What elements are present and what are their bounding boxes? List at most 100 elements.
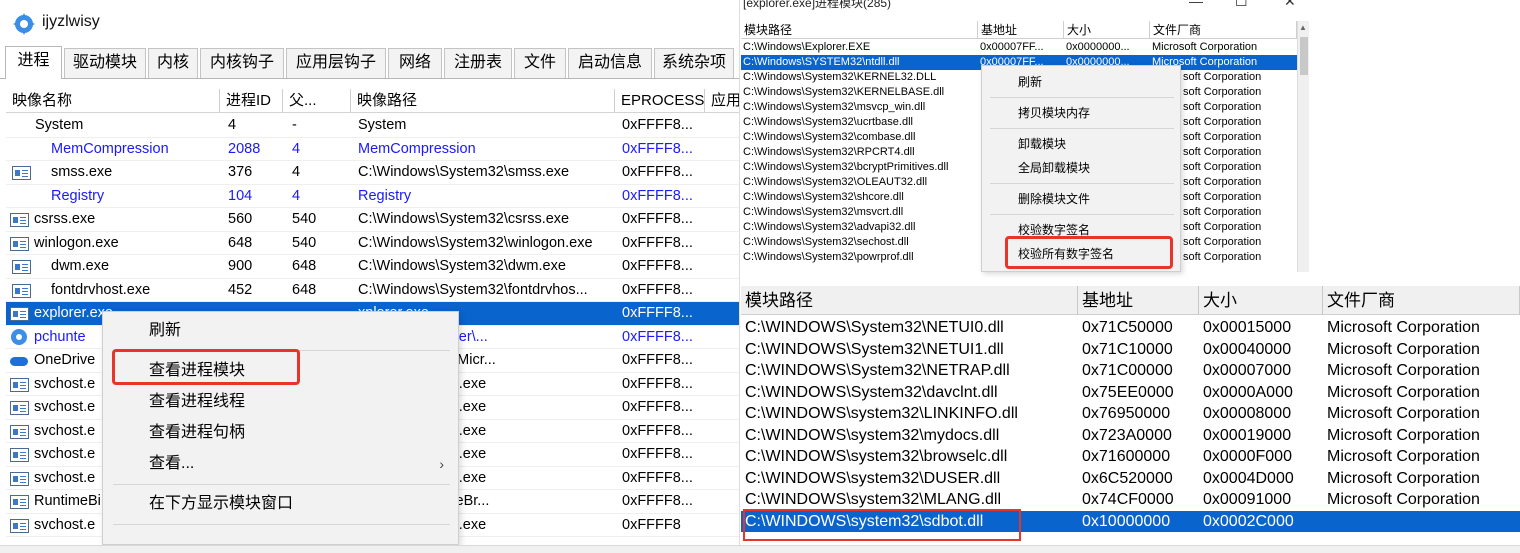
legacy-module-row[interactable]: C:\WINDOWS\System32\davclnt.dll 0x75EE000…: [741, 382, 1520, 404]
cell-vendor: Microsoft Corporation: [1327, 491, 1480, 508]
menu-show-module-window-below[interactable]: 在下方显示模块窗口: [103, 489, 460, 519]
legacy-module-row[interactable]: C:\WINDOWS\system32\LINKINFO.dll 0x769500…: [741, 403, 1520, 425]
cell-module-path: C:\Windows\System32\ucrtbase.dll: [743, 116, 913, 128]
cell-eprocess: 0xFFFF8...: [622, 328, 693, 345]
process-row[interactable]: smss.exe 376 4 C:\Windows\System32\smss.exe…: [6, 161, 739, 185]
window-icon: [10, 377, 29, 392]
col-size[interactable]: 大小: [1199, 286, 1323, 315]
cell-eprocess: 0xFFFF8...: [622, 187, 693, 204]
col-module-path[interactable]: 模块路径: [741, 286, 1078, 315]
cell-path: C:\Windows\System32\dwm.exe: [358, 258, 566, 274]
legacy-module-row[interactable]: C:\WINDOWS\system32\mydocs.dll 0x723A0000…: [741, 425, 1520, 447]
legacy-module-row[interactable]: C:\WINDOWS\System32\NETUI0.dll 0x71C50000…: [741, 317, 1520, 339]
process-row[interactable]: fontdrvhost.exe 452 648 C:\Windows\System32…: [6, 279, 739, 302]
cell-size: 0x00015000: [1203, 319, 1292, 336]
maximize-icon[interactable]: ☐: [1235, 0, 1248, 10]
cell-vendor: Microsoft Corporation: [1152, 41, 1258, 53]
cell-pid: 452: [228, 281, 253, 298]
legacy-module-row[interactable]: C:\WINDOWS\system32\MLANG.dll 0x74CF0000 0…: [741, 489, 1520, 511]
scrollbar-thumb[interactable]: [1300, 37, 1308, 75]
cell-size: 0x00008000: [1203, 405, 1292, 422]
process-row[interactable]: dwm.exe 900 648 C:\Windows\System32\dwm.exe…: [6, 255, 739, 279]
cell-vendor: Microsoft Corporation: [1327, 448, 1480, 465]
cell-vendor: soft Corporation: [1183, 236, 1262, 248]
module-row[interactable]: C:\Windows\Explorer.EXE 0x00007FF... 0x000…: [741, 40, 1297, 55]
cell-base-address: 0x71C10000: [1082, 340, 1173, 358]
legacy-module-row[interactable]: C:\WINDOWS\System32\NETUI1.dll 0x71C10000…: [741, 339, 1520, 361]
menu-view-more[interactable]: 查看... ›: [103, 449, 460, 479]
cell-vendor: soft Corporation: [1183, 206, 1262, 218]
legacy-module-row[interactable]: C:\WINDOWS\system32\DUSER.dll 0x6C520000 0…: [741, 468, 1520, 490]
cell-vendor: Microsoft Corporation: [1327, 340, 1480, 358]
cell-module-path: C:\Windows\System32\KERNELBASE.dll: [743, 86, 945, 98]
cell-module-path: C:\Windows\System32\msvcrt.dll: [743, 206, 904, 218]
cell-eprocess: 0xFFFF8...: [622, 399, 693, 415]
process-row[interactable]: csrss.exe 560 540 C:\Windows\System32\csrss…: [6, 208, 739, 232]
menu-refresh[interactable]: 刷新: [103, 316, 460, 346]
cell-base-address: 0x6C520000: [1082, 469, 1173, 487]
tab-process[interactable]: 进程: [5, 46, 62, 79]
col-vendor[interactable]: 文件厂商: [1323, 286, 1520, 315]
close-icon[interactable]: ✕: [1284, 0, 1296, 10]
col-vendor[interactable]: 文件厂商: [1150, 21, 1297, 39]
cell-vendor: soft Corporation: [1183, 191, 1262, 203]
col-image-name[interactable]: 映像名称: [6, 89, 220, 113]
cell-vendor: Microsoft Corporation: [1327, 362, 1480, 379]
cell-vendor: Microsoft Corporation: [1327, 426, 1480, 444]
menu-view-process-handles[interactable]: 查看进程句柄: [103, 418, 460, 448]
tab-kernel-hooks[interactable]: 内核钩子: [200, 48, 284, 78]
cell-eprocess: 0xFFFF8...: [622, 164, 693, 180]
vertical-scrollbar[interactable]: ▲: [1297, 21, 1309, 272]
process-row[interactable]: Registry 104 4 Registry 0xFFFF8...: [6, 185, 739, 208]
menu-global-unload-module[interactable]: 全局卸载模块: [982, 157, 1182, 179]
menu-copy-module-memory[interactable]: 拷贝模块内存: [982, 102, 1182, 124]
col-image-path[interactable]: 映像路径: [351, 89, 615, 113]
tab-kernel[interactable]: 内核: [148, 48, 198, 78]
process-row[interactable]: System 4 - System 0xFFFF8...: [6, 114, 739, 138]
col-eprocess[interactable]: EPROCESS: [615, 89, 705, 113]
minimize-icon[interactable]: —: [1189, 0, 1203, 9]
cell-vendor: soft Corporation: [1183, 221, 1262, 233]
col-pid[interactable]: 进程ID: [220, 89, 283, 113]
col-app[interactable]: 应用: [705, 89, 739, 113]
window-icon: [10, 307, 29, 321]
cell-pid: 4: [228, 117, 237, 133]
cell-eprocess: 0xFFFF8...: [622, 446, 693, 462]
menu-unload-module[interactable]: 卸载模块: [982, 133, 1182, 155]
cell-eprocess: 0xFFFF8...: [622, 493, 693, 509]
cell-size: 0x0000A000: [1203, 383, 1293, 401]
col-base-address[interactable]: 基地址: [1078, 286, 1199, 315]
cell-module-path: C:\WINDOWS\system32\browselc.dll: [745, 448, 1008, 465]
col-ppid[interactable]: 父...: [283, 89, 351, 113]
tab-driver-modules[interactable]: 驱动模块: [64, 48, 146, 78]
tab-system-misc[interactable]: 系统杂项: [654, 48, 734, 78]
cell-size: 0x0000000...: [1066, 41, 1130, 53]
menu-separator: [990, 214, 1174, 215]
cell-path: C:\Windows\System32\smss.exe: [358, 164, 570, 180]
col-module-path[interactable]: 模块路径: [741, 21, 978, 39]
cell-image-name: Registry: [51, 187, 105, 204]
menu-refresh-modules[interactable]: 刷新: [982, 71, 1182, 93]
cell-image-name: dwm.exe: [51, 258, 110, 274]
cell-base-address: 0x10000000: [1082, 512, 1171, 530]
tab-registry[interactable]: 注册表: [444, 48, 512, 78]
cell-eprocess: 0xFFFF8...: [622, 117, 693, 133]
scroll-up-icon[interactable]: ▲: [1299, 23, 1307, 32]
menu-separator: [990, 183, 1174, 184]
cell-image-name: fontdrvhost.exe: [51, 281, 151, 298]
tab-app-hooks[interactable]: 应用层钩子: [286, 48, 386, 78]
legacy-module-row[interactable]: C:\WINDOWS\System32\NETRAP.dll 0x71C00000…: [741, 360, 1520, 382]
process-row[interactable]: winlogon.exe 648 540 C:\Windows\System32\wi…: [6, 232, 739, 255]
tab-file[interactable]: 文件: [514, 48, 566, 78]
cell-module-path: C:\Windows\System32\powrprof.dll: [743, 251, 914, 263]
process-row[interactable]: MemCompression 2088 4 MemCompression 0xFFFF8…: [6, 138, 739, 161]
legacy-module-row[interactable]: C:\WINDOWS\system32\browselc.dll 0x716000…: [741, 446, 1520, 468]
cell-eprocess: 0xFFFF8...: [622, 305, 693, 321]
tab-network[interactable]: 网络: [388, 48, 442, 78]
menu-delete-module-file[interactable]: 删除模块文件: [982, 188, 1182, 210]
menu-view-process-threads[interactable]: 查看进程线程: [103, 387, 460, 417]
module-list-legacy: 模块路径 基地址 大小 文件厂商 C:\WINDOWS\System32\NET…: [741, 286, 1520, 544]
col-base-address[interactable]: 基地址: [978, 21, 1064, 39]
tab-startup-info[interactable]: 启动信息: [568, 48, 652, 78]
col-size[interactable]: 大小: [1064, 21, 1150, 39]
